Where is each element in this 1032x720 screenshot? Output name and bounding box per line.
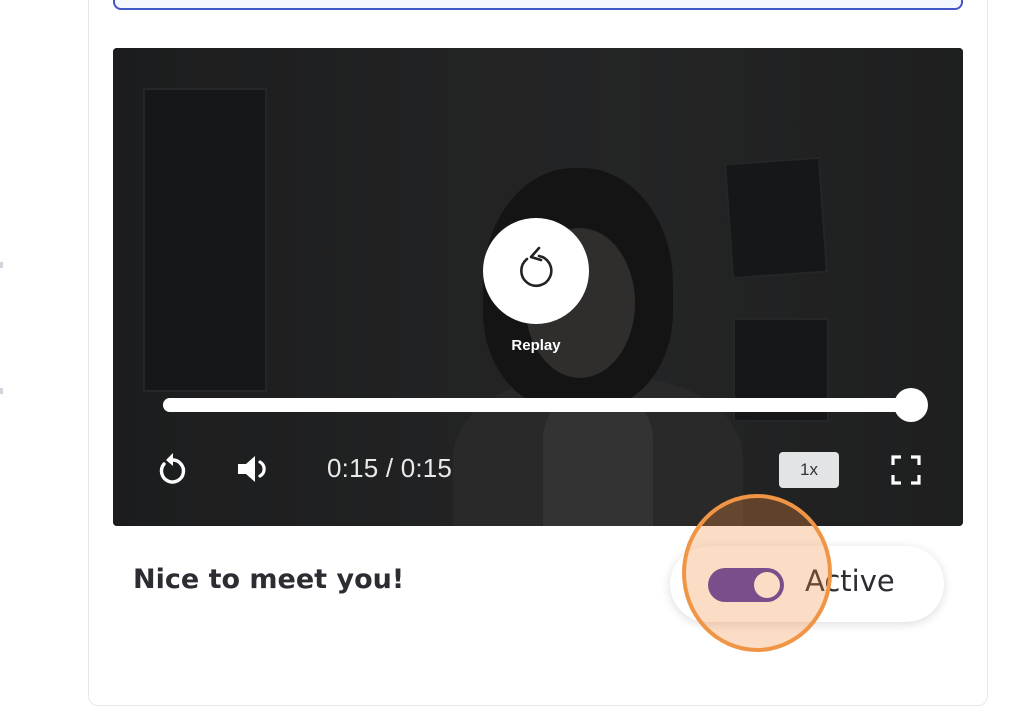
progress-handle[interactable] — [894, 388, 928, 422]
status-toggle-control[interactable]: Active — [670, 546, 944, 622]
edge-mark — [0, 262, 3, 268]
volume-icon — [238, 456, 266, 482]
progress-fill — [163, 398, 911, 412]
fullscreen-icon — [891, 455, 921, 485]
toggle-knob — [754, 572, 780, 598]
active-toggle[interactable] — [708, 568, 784, 602]
time-separator: / — [378, 453, 401, 483]
volume-button[interactable] — [233, 450, 277, 488]
time-display: 0:15 / 0:15 — [327, 453, 452, 484]
video-caption: Nice to meet you! — [133, 564, 405, 595]
video-player[interactable]: Replay 0:15 / 0:15 1x — [113, 48, 963, 526]
replay-icon — [520, 246, 553, 288]
rewind-button[interactable] — [153, 450, 191, 488]
duration: 0:15 — [400, 453, 453, 483]
current-time: 0:15 — [327, 453, 379, 483]
fullscreen-button[interactable] — [885, 450, 927, 490]
playback-speed-button[interactable]: 1x — [779, 452, 839, 488]
edge-mark — [0, 388, 3, 394]
replay-label: Replay — [511, 337, 561, 354]
text-input-field[interactable] — [113, 0, 963, 10]
rewind-icon — [159, 453, 186, 484]
progress-bar[interactable] — [163, 388, 928, 422]
status-label: Active — [805, 564, 895, 598]
replay-button[interactable] — [483, 218, 589, 324]
